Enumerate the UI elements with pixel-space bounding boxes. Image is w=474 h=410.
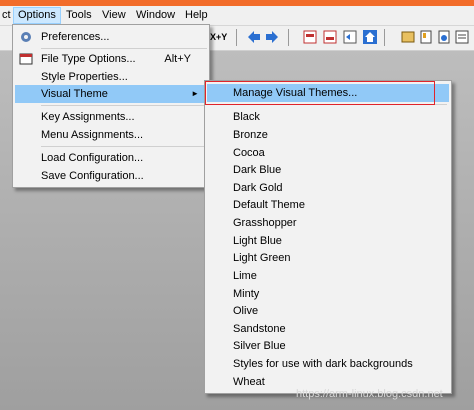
forward-arrow-icon[interactable] [264,29,280,45]
menu-item-menu-assignments[interactable]: Menu Assignments... [15,126,207,144]
menu-item-file-type-options[interactable]: File Type Options... Alt+Y [15,50,207,68]
menu-item-label: Sandstone [233,323,286,335]
menu-options[interactable]: Options [13,7,61,24]
xy-icon[interactable]: X+Y [210,29,232,45]
menu-item-label: Grasshopper [233,217,297,229]
menu-item-shortcut: Alt+Y [164,53,191,65]
menu-item-label: Wheat [233,376,265,388]
theme-item[interactable]: Black [207,108,449,126]
menu-item-label: Lime [233,270,257,282]
menu-separator [41,105,207,106]
theme-item[interactable]: Minty [207,285,449,303]
menu-item-label: Styles for use with dark backgrounds [233,358,413,370]
theme-item[interactable]: Dark Blue [207,161,449,179]
theme-item[interactable]: Olive [207,302,449,320]
theme-item[interactable]: Grasshopper [207,214,449,232]
home-icon[interactable] [362,29,378,45]
menu-item-label: Light Green [233,252,291,264]
menu-item-label: Minty [233,288,260,300]
menu-item-key-assignments[interactable]: Key Assignments... [15,108,207,126]
sync-icon[interactable] [400,29,416,45]
menubar: ct Options Tools View Window Help [0,6,474,26]
menu-item-preferences[interactable]: Preferences... [15,28,207,46]
back-arrow-icon[interactable] [246,29,262,45]
report-icon[interactable] [454,29,470,45]
options-menu: Preferences... File Type Options... Alt+… [12,24,210,188]
menu-item-label: Preferences... [41,31,110,43]
watermark: https://arm-linux.blog.csdn.net [296,388,443,400]
menu-separator [41,48,207,49]
menu-item-label: Load Configuration... [41,152,144,164]
menu-item-label: Light Blue [233,235,282,247]
theme-item[interactable]: Default Theme [207,196,449,214]
menu-item-label: Bronze [233,129,268,141]
menu-item-label: Silver Blue [233,340,286,352]
visual-theme-submenu: Manage Visual Themes... Black Bronze Coc… [204,80,452,394]
highlight-callout-box [205,81,435,105]
compare-right-icon[interactable] [322,29,338,45]
theme-item[interactable]: Bronze [207,126,449,144]
menu-item-style-properties[interactable]: Style Properties... [15,68,207,86]
theme-item[interactable]: Light Green [207,249,449,267]
theme-item[interactable]: Dark Gold [207,179,449,197]
menu-item-label: Dark Blue [233,164,282,176]
toolbar-separator [384,29,385,46]
theme-item[interactable]: Silver Blue [207,337,449,355]
menu-item-label: Menu Assignments... [41,129,144,141]
menu-item-label: Style Properties... [41,71,128,83]
compare-left-icon[interactable] [302,29,318,45]
menu-item-label: Default Theme [233,199,305,211]
menu-item-load-configuration[interactable]: Load Configuration... [15,149,207,167]
toolbar-separator [236,29,237,46]
theme-item[interactable]: Light Blue [207,232,449,250]
menu-item-label: Save Configuration... [41,170,144,182]
theme-item[interactable]: Lime [207,267,449,285]
compare-mid-icon[interactable] [342,29,358,45]
menu-item-save-configuration[interactable]: Save Configuration... [15,167,207,185]
menu-item-label: Olive [233,305,259,317]
menu-separator [41,146,207,147]
bookmark-icon[interactable] [418,29,434,45]
theme-item[interactable]: Sandstone [207,320,449,338]
preferences-icon [21,32,31,42]
menu-item-visual-theme[interactable]: Visual Theme ► [15,85,207,103]
menu-item-label: Cocoa [233,147,265,159]
toolbar-separator [288,29,289,46]
menu-item-label: Key Assignments... [41,111,135,123]
submenu-arrow-icon: ► [191,89,199,98]
menu-help[interactable]: Help [181,8,212,23]
theme-item[interactable]: Cocoa [207,144,449,162]
theme-item[interactable]: Styles for use with dark backgrounds [207,355,449,373]
menu-item-label: File Type Options... [41,53,136,65]
menu-window[interactable]: Window [132,8,179,23]
menu-item-label: Black [233,111,260,123]
menu-view[interactable]: View [98,8,130,23]
export-icon[interactable] [436,29,452,45]
file-type-icon [19,53,33,65]
menu-item-label: Visual Theme [41,88,108,100]
menu-item-label: Dark Gold [233,182,283,194]
menu-tools[interactable]: Tools [62,8,96,23]
